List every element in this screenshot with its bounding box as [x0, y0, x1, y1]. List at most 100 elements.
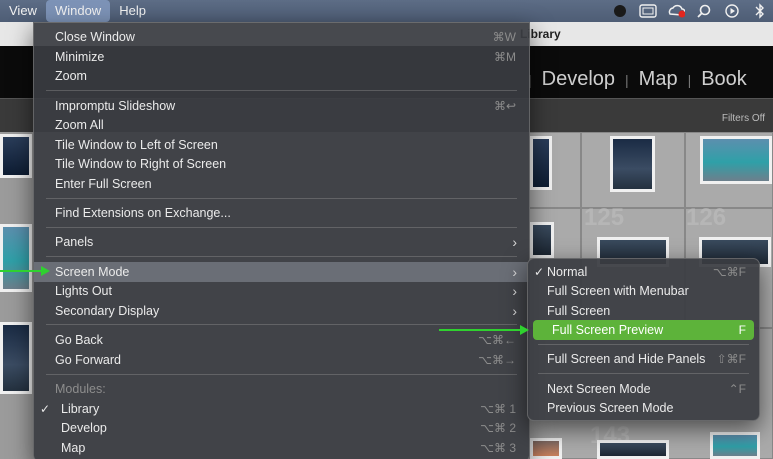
submenu-item-full-screen-with-menubar[interactable]: Full Screen with Menubar — [528, 281, 759, 301]
photo-thumbnail[interactable] — [0, 224, 32, 292]
menu-divider — [46, 227, 517, 228]
menu-divider — [538, 344, 749, 345]
menu-item-label: Tile Window to Left of Screen — [55, 138, 218, 152]
menu-section-label: Modules: — [55, 382, 106, 396]
photo-thumbnail[interactable] — [0, 322, 32, 394]
chevron-right-icon: › — [512, 264, 517, 280]
menu-item-secondary-display[interactable]: Secondary Display › — [34, 301, 529, 321]
submenu-item-full-screen-hide-panels[interactable]: Full Screen and Hide Panels ⇧⌘F — [528, 349, 759, 369]
menu-item-shortcut: ⌥⌘ 1 — [480, 402, 516, 416]
menu-item-label: Minimize — [55, 50, 105, 64]
menu-item-label: Tile Window to Right of Screen — [55, 157, 227, 171]
module-book[interactable]: Book — [701, 68, 747, 91]
menu-item-label: Full Screen — [547, 304, 611, 318]
module-picker: | Develop | Map | Book — [518, 68, 747, 91]
menu-item-shortcut: ⇧⌘F — [716, 352, 746, 366]
checkmark-icon: ✓ — [40, 402, 51, 416]
submenu-item-previous-screen-mode[interactable]: Previous Screen Mode — [528, 398, 759, 418]
menu-item-tile-left[interactable]: Tile Window to Left of Screen — [34, 135, 529, 155]
chevron-right-icon: › — [512, 283, 517, 299]
annotation-arrow-head — [41, 266, 50, 276]
menu-divider — [46, 324, 517, 325]
spotlight-search-icon[interactable] — [695, 2, 713, 20]
module-separator: | — [625, 71, 629, 88]
photo-thumbnail[interactable] — [530, 438, 562, 459]
chevron-right-icon: › — [512, 303, 517, 319]
submenu-item-full-screen-preview[interactable]: Full Screen Preview F — [533, 320, 754, 340]
module-map[interactable]: Map — [639, 68, 678, 91]
chevron-right-icon: › — [512, 234, 517, 250]
menu-item-label: Enter Full Screen — [55, 177, 152, 191]
menu-divider — [46, 198, 517, 199]
annotation-arrow — [0, 270, 42, 272]
menu-item-label: Screen Mode — [55, 265, 130, 279]
menu-item-go-back[interactable]: Go Back ⌥⌘← — [34, 330, 529, 350]
menu-item-enter-full-screen[interactable]: Enter Full Screen — [34, 174, 529, 194]
display-icon[interactable] — [639, 2, 657, 20]
menu-item-label: Previous Screen Mode — [547, 401, 674, 415]
menu-item-tile-right[interactable]: Tile Window to Right of Screen — [34, 154, 529, 174]
menu-item-label: Secondary Display — [55, 304, 160, 318]
photo-thumbnail[interactable] — [597, 440, 669, 459]
annotation-arrow-head — [520, 325, 529, 335]
menu-section-modules: Modules: — [34, 379, 529, 399]
menu-item-label: Go Forward — [55, 353, 121, 367]
menu-bar: View Window Help — [0, 0, 773, 22]
filters-off-label[interactable]: Filters Off — [722, 113, 765, 124]
menu-item-shortcut: ⌘M — [494, 50, 516, 64]
menu-item-label: Develop — [61, 421, 107, 435]
menu-item-shortcut: ⌘W — [492, 30, 516, 44]
menu-item-shortcut: ⌘↩ — [493, 99, 516, 113]
menu-item-shortcut: ⌥⌘ 2 — [480, 421, 516, 435]
play-icon[interactable] — [723, 2, 741, 20]
submenu-item-full-screen[interactable]: Full Screen — [528, 301, 759, 321]
photo-thumbnail[interactable] — [710, 432, 760, 459]
menu-item-label: Full Screen with Menubar — [547, 284, 689, 298]
menu-divider — [46, 90, 517, 91]
menu-item-minimize[interactable]: Minimize ⌘M — [34, 47, 529, 67]
menu-item-shortcut: ⌥⌘ 3 — [480, 441, 516, 455]
menu-item-map[interactable]: Map ⌥⌘ 3 — [34, 438, 529, 458]
menu-item-label: Full Screen and Hide Panels — [547, 352, 706, 366]
menu-item-zoom[interactable]: Zoom — [34, 66, 529, 86]
checkmark-icon: ✓ — [534, 265, 545, 279]
photo-thumbnail[interactable] — [0, 134, 32, 178]
menu-divider — [46, 256, 517, 257]
menu-item-shortcut: ⌃F — [728, 382, 746, 396]
module-separator: | — [687, 71, 692, 88]
photo-thumbnail[interactable] — [530, 136, 552, 190]
creative-cloud-icon[interactable] — [667, 2, 685, 20]
menu-help[interactable]: Help — [110, 0, 155, 22]
menu-item-panels[interactable]: Panels › — [34, 232, 529, 252]
menu-item-shortcut: ⌥⌘← — [478, 333, 516, 347]
menu-item-label: Close Window — [55, 30, 135, 44]
menu-divider — [46, 374, 517, 375]
menu-view[interactable]: View — [0, 0, 46, 22]
menu-item-label: Panels — [55, 235, 94, 249]
module-develop[interactable]: Develop — [542, 68, 615, 91]
menu-item-close-window[interactable]: Close Window ⌘W — [34, 27, 529, 47]
menu-item-develop[interactable]: Develop ⌥⌘ 2 — [34, 418, 529, 438]
menu-item-impromptu-slideshow[interactable]: Impromptu Slideshow ⌘↩ — [34, 96, 529, 116]
menu-item-shortcut: F — [738, 323, 746, 337]
menu-item-go-forward[interactable]: Go Forward ⌥⌘→ — [34, 350, 529, 370]
photo-thumbnail[interactable] — [610, 136, 655, 192]
submenu-item-next-screen-mode[interactable]: Next Screen Mode ⌃F — [528, 379, 759, 399]
menu-item-shortcut: ⌥⌘→ — [478, 353, 516, 367]
menu-item-label: Map — [61, 441, 86, 455]
menu-divider — [538, 373, 749, 374]
photo-thumbnail[interactable] — [530, 222, 554, 258]
status-area — [611, 0, 769, 22]
menu-item-zoom-all[interactable]: Zoom All — [34, 115, 529, 135]
menu-item-label: Go Back — [55, 333, 103, 347]
menu-window[interactable]: Window — [45, 0, 111, 22]
menu-item-screen-mode[interactable]: Screen Mode › — [34, 262, 529, 282]
submenu-item-normal[interactable]: ✓ Normal ⌥⌘F — [528, 262, 759, 282]
menu-item-label: Full Screen Preview — [552, 323, 664, 337]
bluetooth-icon[interactable] — [751, 2, 769, 20]
menu-item-find-extensions[interactable]: Find Extensions on Exchange... — [34, 203, 529, 223]
menu-item-library[interactable]: ✓ Library ⌥⌘ 1 — [34, 399, 529, 419]
photo-thumbnail[interactable] — [700, 136, 772, 184]
menu-item-lights-out[interactable]: Lights Out › — [34, 281, 529, 301]
record-icon[interactable] — [611, 2, 629, 20]
